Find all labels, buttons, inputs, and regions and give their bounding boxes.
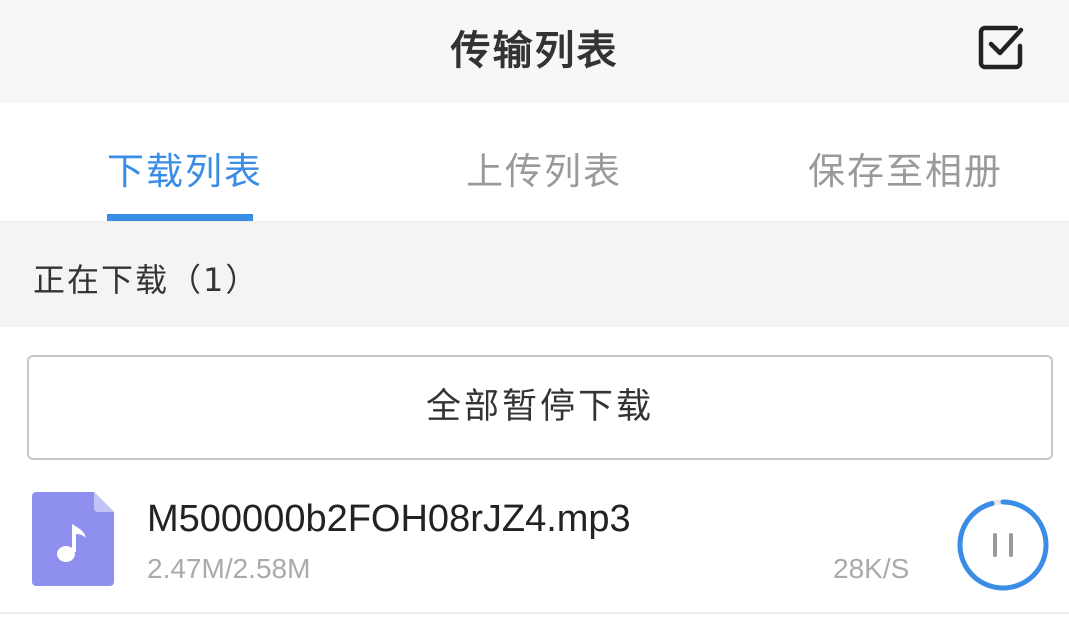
page-title: 传输列表 [450, 28, 619, 74]
tab-download-list[interactable]: 下载列表 [107, 141, 263, 195]
downloading-section-header: 正在下载（1） [0, 221, 1069, 327]
download-speed: 28K/S [833, 553, 910, 584]
transfer-list-screen: 传输列表 下载列表 上传列表 保存至相册 正在下载（1） 全部暂停下载 M500… [0, 0, 1069, 623]
download-list-item[interactable]: M500000b2FOH08rJZ4.mp3 2.47M/2.58M 28K/S [0, 470, 1069, 623]
music-file-icon [32, 492, 114, 586]
file-name: M500000b2FOH08rJZ4.mp3 [147, 498, 631, 540]
active-tab-indicator [107, 214, 253, 221]
tab-upload-list[interactable]: 上传列表 [466, 141, 622, 195]
header-bar: 传输列表 [0, 0, 1069, 103]
download-progress-ring [957, 499, 1049, 591]
tab-save-to-album[interactable]: 保存至相册 [808, 141, 1003, 195]
item-divider [0, 612, 1069, 614]
file-size-progress: 2.47M/2.58M [147, 553, 311, 584]
pause-download-button[interactable] [955, 497, 1051, 593]
pause-all-downloads-button[interactable]: 全部暂停下载 [27, 355, 1053, 460]
section-title: 正在下载（1） [33, 261, 260, 299]
pause-icon [993, 533, 1013, 557]
tab-bar: 下载列表 上传列表 保存至相册 [0, 103, 1069, 221]
checkbox-edit-icon[interactable] [976, 22, 1026, 72]
